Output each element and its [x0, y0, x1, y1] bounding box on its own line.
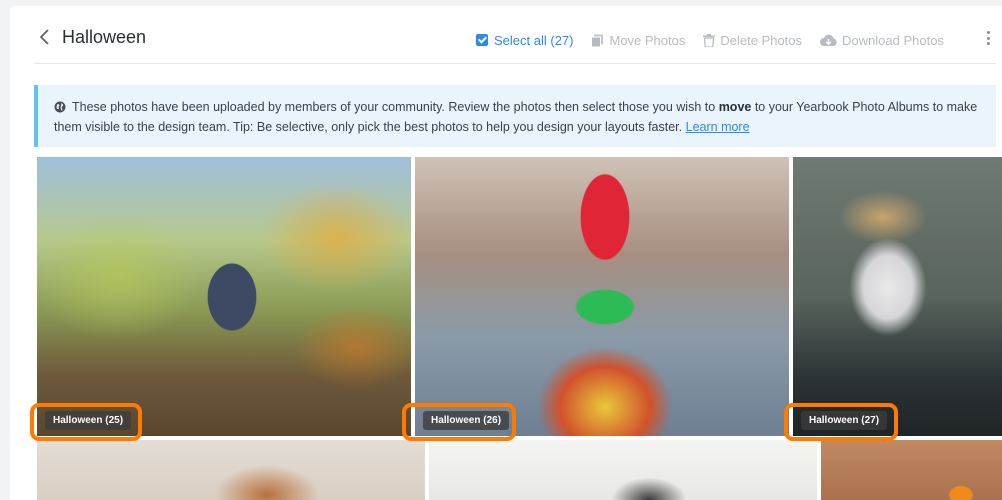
- learn-more-link[interactable]: Learn more: [686, 120, 750, 134]
- move-photos-button[interactable]: Move Photos: [591, 33, 685, 48]
- globe-icon: [54, 101, 66, 113]
- photo-album-tag: Halloween (26): [423, 411, 510, 430]
- page-title: Halloween: [62, 27, 147, 47]
- photo-girl-broomstick: [37, 157, 411, 436]
- download-photos-label: Download Photos: [842, 32, 944, 48]
- photo-pumpkin-patch: [821, 440, 1002, 500]
- photo-clown-costume: [415, 157, 789, 436]
- photo-grid: Halloween (25) Halloween (26) Halloween …: [37, 157, 1002, 500]
- select-all-label: Select all (27): [494, 32, 574, 48]
- header-bar: Halloween Select all (27) Move Photos De…: [34, 6, 996, 64]
- photo-album-tag: Halloween (27): [801, 411, 888, 430]
- delete-photos-label: Delete Photos: [720, 32, 803, 48]
- copy-icon: [591, 34, 604, 47]
- delete-photos-button[interactable]: Delete Photos: [703, 33, 802, 48]
- photo-card[interactable]: Halloween (25): [37, 157, 411, 436]
- photo-card[interactable]: [429, 440, 817, 500]
- checkbox-checked-icon[interactable]: [476, 34, 488, 46]
- back-chevron-icon[interactable]: [38, 28, 52, 46]
- photo-child-helmet: [429, 440, 817, 500]
- move-photos-label: Move Photos: [609, 32, 686, 48]
- select-all-button[interactable]: Select all (27): [476, 33, 573, 48]
- cloud-download-icon: [820, 34, 837, 46]
- info-notice: These photos have been uploaded by membe…: [34, 85, 996, 147]
- photo-review-panel: Halloween Select all (27) Move Photos De…: [10, 6, 1002, 500]
- photo-card[interactable]: [37, 440, 425, 500]
- notice-text-start: These photos have been uploaded by membe…: [72, 100, 716, 114]
- more-options-icon[interactable]: [987, 31, 991, 45]
- download-photos-button[interactable]: Download Photos: [820, 33, 944, 48]
- trash-icon: [703, 33, 716, 47]
- photo-skeleton-face-paint: [793, 157, 1002, 436]
- photo-card[interactable]: Halloween (26): [415, 157, 789, 436]
- photo-child-green-mask: [37, 440, 425, 500]
- photo-album-tag: Halloween (25): [45, 411, 132, 430]
- photo-card[interactable]: [821, 440, 1002, 500]
- toolbar: Select all (27) Move Photos Delete Photo…: [476, 30, 962, 50]
- notice-bold-move: move: [718, 100, 752, 114]
- photo-card[interactable]: Halloween (27): [793, 157, 1002, 436]
